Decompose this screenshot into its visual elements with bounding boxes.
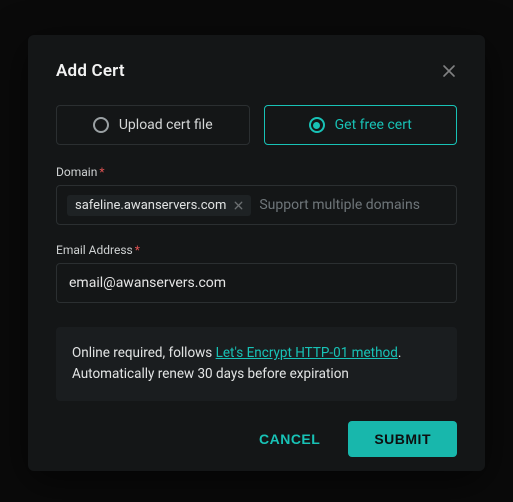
domain-chip: safeline.awanservers.com <box>67 195 251 216</box>
cancel-button[interactable]: CANCEL <box>245 421 334 457</box>
domain-label: Domain* <box>56 165 457 179</box>
email-label: Email Address* <box>56 243 457 257</box>
info-notice: Online required, follows Let's Encrypt H… <box>56 327 457 401</box>
required-asterisk: * <box>99 165 104 179</box>
option-upload-cert[interactable]: Upload cert file <box>56 105 250 145</box>
modal-header: Add Cert <box>56 61 457 81</box>
radio-icon <box>309 117 325 133</box>
option-get-free-cert[interactable]: Get free cert <box>264 105 458 145</box>
domain-placeholder: Support multiple domains <box>259 197 446 213</box>
domain-field: Domain* safeline.awanservers.com Support… <box>56 165 457 225</box>
radio-icon <box>93 117 109 133</box>
modal-title: Add Cert <box>56 61 125 81</box>
option-free-label: Get free cert <box>335 117 412 133</box>
notice-text-pre: Online required, follows <box>72 345 216 361</box>
modal-footer: CANCEL SUBMIT <box>56 401 457 457</box>
close-icon[interactable] <box>441 63 457 79</box>
email-label-text: Email Address <box>56 243 133 257</box>
required-asterisk: * <box>135 243 140 257</box>
option-upload-label: Upload cert file <box>119 117 213 133</box>
domain-tag-input[interactable]: safeline.awanservers.com Support multipl… <box>56 185 457 225</box>
chip-remove-icon[interactable] <box>232 199 245 212</box>
notice-text-renew: Automatically renew 30 days before expir… <box>72 366 349 382</box>
notice-text-dot: . <box>398 345 402 361</box>
cert-source-options: Upload cert file Get free cert <box>56 105 457 145</box>
email-field: Email Address* <box>56 243 457 303</box>
lets-encrypt-link[interactable]: Let's Encrypt HTTP-01 method <box>216 345 398 361</box>
submit-button[interactable]: SUBMIT <box>348 421 457 457</box>
domain-chip-text: safeline.awanservers.com <box>75 198 226 213</box>
domain-label-text: Domain <box>56 165 97 179</box>
email-input[interactable] <box>56 263 457 303</box>
add-cert-modal: Add Cert Upload cert file Get free cert … <box>28 35 485 471</box>
